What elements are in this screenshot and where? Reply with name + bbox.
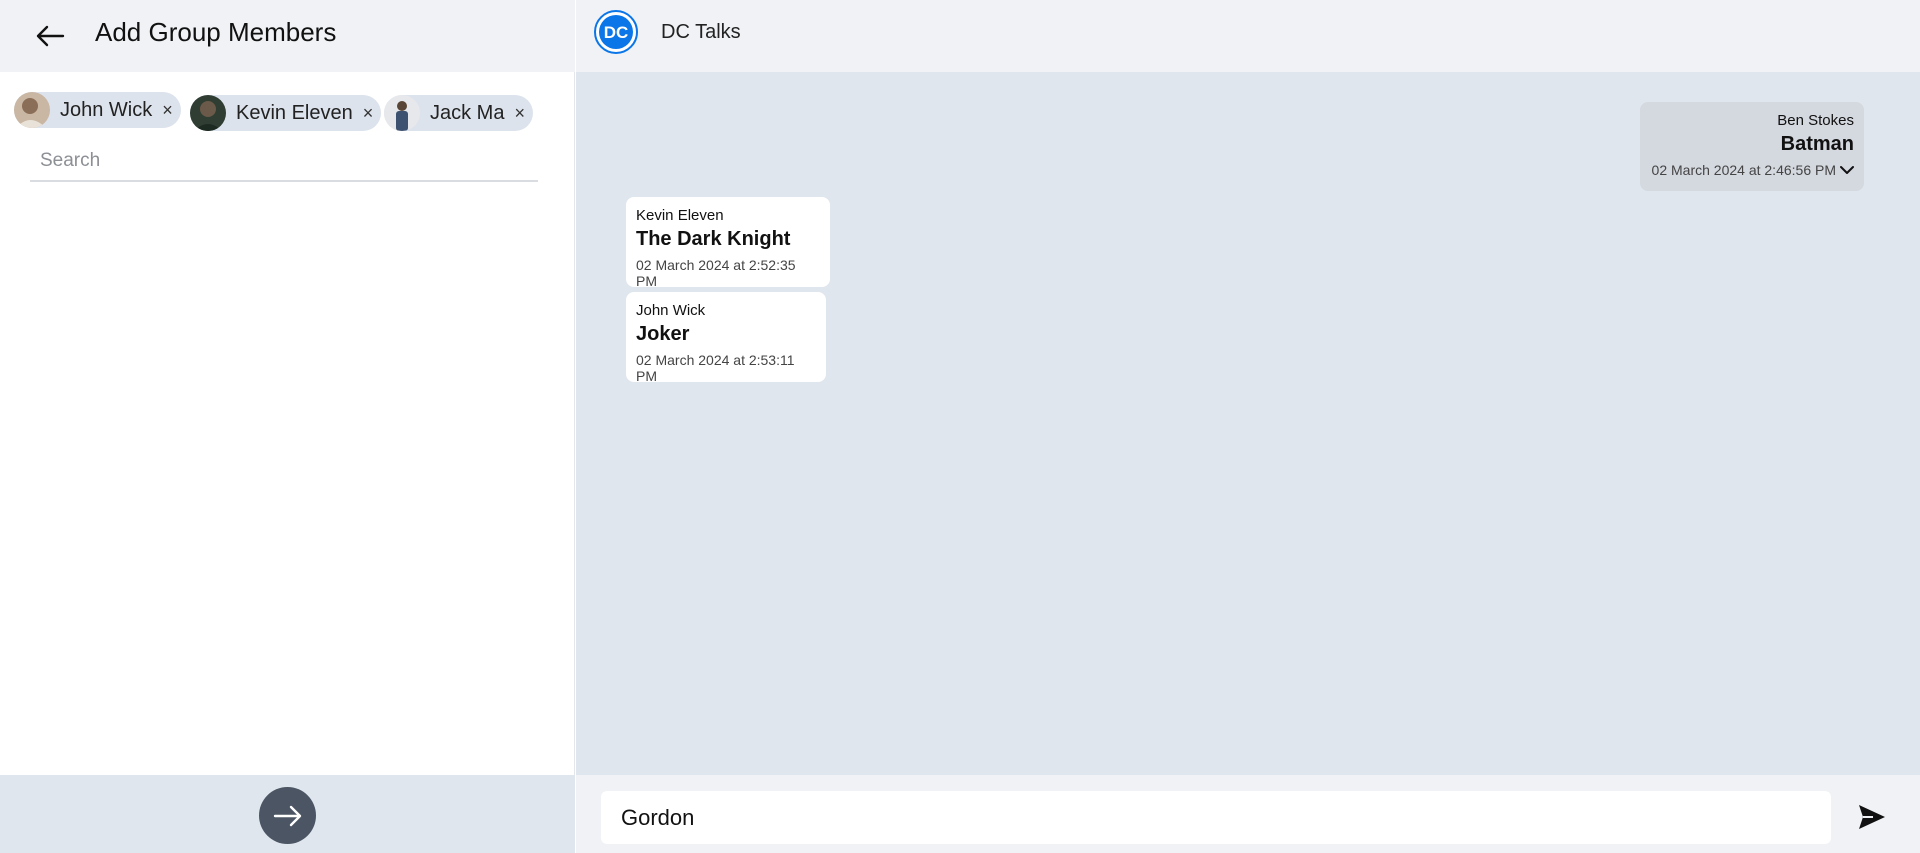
message-time: 02 March 2024 at 2:52:35 PM bbox=[636, 257, 796, 289]
chevron-down-icon bbox=[1840, 166, 1854, 174]
selected-members-list: John Wick × Kevin Eleven × Jack Ma × bbox=[14, 92, 564, 136]
chat-header: DC DC Talks bbox=[576, 0, 1920, 72]
add-members-footer bbox=[0, 775, 575, 853]
message-sender: John Wick bbox=[636, 302, 706, 319]
message-text: The Dark Knight bbox=[636, 228, 791, 250]
message-sender: Ben Stokes bbox=[1777, 112, 1854, 129]
add-members-header: Add Group Members bbox=[0, 0, 575, 72]
remove-member-button[interactable]: × bbox=[363, 104, 374, 122]
message-bubble-outgoing[interactable]: Ben Stokes Batman 02 March 2024 at 2:46:… bbox=[1640, 102, 1864, 191]
svg-text:DC: DC bbox=[604, 23, 629, 42]
avatar bbox=[384, 95, 420, 131]
message-time: 02 March 2024 at 2:53:11 PM bbox=[636, 352, 795, 384]
message-text: Joker bbox=[636, 323, 690, 345]
remove-member-button[interactable]: × bbox=[162, 101, 173, 119]
send-icon bbox=[1859, 805, 1885, 829]
next-button[interactable] bbox=[259, 787, 316, 844]
member-chip-name: Kevin Eleven bbox=[236, 101, 353, 124]
message-input[interactable] bbox=[601, 791, 1831, 844]
member-chip-name: Jack Ma bbox=[430, 101, 505, 124]
dc-logo-icon: DC bbox=[599, 15, 633, 49]
message-time: 02 March 2024 at 2:46:56 PM bbox=[1651, 162, 1836, 178]
member-chip-jack-ma: Jack Ma × bbox=[384, 95, 533, 131]
member-chip-name: John Wick bbox=[60, 98, 153, 121]
chat-title: DC Talks bbox=[661, 21, 741, 43]
message-bubble-incoming[interactable]: John Wick Joker 02 March 2024 at 2:53:11… bbox=[626, 292, 826, 384]
arrow-left-icon bbox=[36, 25, 65, 47]
message-sender: Kevin Eleven bbox=[636, 207, 724, 224]
arrow-right-icon bbox=[273, 805, 301, 826]
group-avatar[interactable]: DC bbox=[594, 10, 638, 54]
avatar bbox=[190, 95, 226, 131]
message-composer bbox=[576, 775, 1920, 853]
back-button[interactable] bbox=[30, 16, 70, 56]
send-button[interactable] bbox=[1854, 799, 1890, 835]
member-chip-john-wick: John Wick × bbox=[14, 92, 181, 128]
chat-panel: DC DC Talks Ben Stokes Batman 02 March 2… bbox=[576, 0, 1920, 853]
search-input[interactable] bbox=[30, 142, 538, 182]
remove-member-button[interactable]: × bbox=[514, 104, 525, 122]
add-members-panel: Add Group Members John Wick × Kevin Elev… bbox=[0, 0, 575, 853]
message-time-row: 02 March 2024 at 2:46:56 PM bbox=[1650, 162, 1854, 178]
page-title: Add Group Members bbox=[95, 17, 337, 47]
message-options-button[interactable] bbox=[1840, 162, 1854, 178]
avatar bbox=[14, 92, 50, 128]
message-text: Batman bbox=[1780, 133, 1854, 155]
member-chip-kevin-eleven: Kevin Eleven × bbox=[190, 95, 382, 131]
message-bubble-incoming[interactable]: Kevin Eleven The Dark Knight 02 March 20… bbox=[626, 197, 830, 289]
